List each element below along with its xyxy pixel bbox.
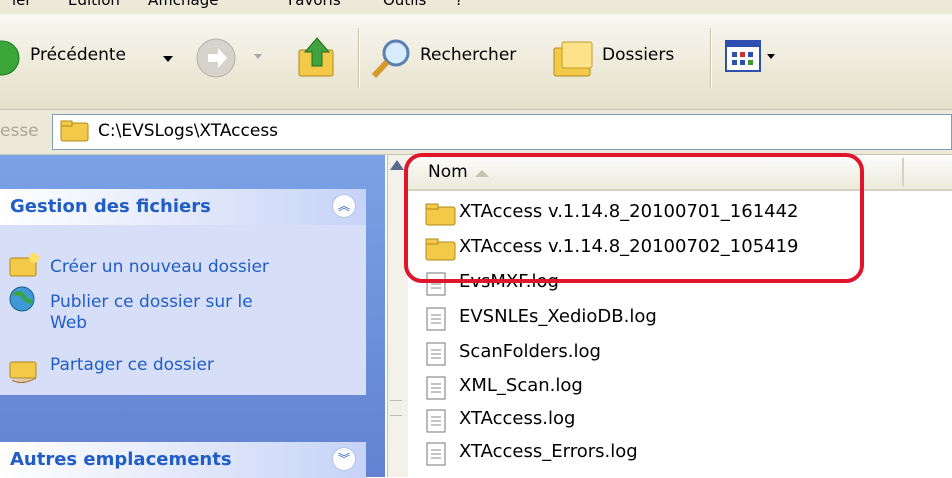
folders-icon [553, 41, 593, 77]
address-path[interactable]: C:\EVSLogs\XTAccess [98, 121, 278, 141]
forward-arrow-icon [196, 38, 236, 78]
back-button-label: Précédente [30, 45, 126, 65]
folder-icon [60, 120, 89, 142]
forward-button[interactable] [188, 36, 268, 80]
views-grid-icon [725, 40, 761, 72]
back-button[interactable]: Précédente [0, 38, 180, 82]
file-name: ScanFolders.log [459, 341, 601, 362]
other-places-title: Autres emplacements [10, 449, 232, 470]
text-file-icon [426, 442, 446, 466]
file-name: XML_Scan.log [459, 375, 583, 396]
address-label: esse [0, 121, 39, 141]
task-publish-web[interactable]: Publier ce dossier sur le Web [50, 292, 290, 334]
highlight-annotation [404, 153, 864, 283]
menu-item-view[interactable]: Affichage [148, 0, 218, 9]
chevron-down-icon[interactable] [254, 54, 264, 62]
folder-up-icon [298, 37, 334, 77]
column-divider[interactable] [902, 158, 904, 186]
file-name: XTAccess_Errors.log [459, 441, 638, 462]
file-tasks-header[interactable]: Gestion des fichiers ︽ [0, 189, 366, 225]
other-places-header[interactable]: Autres emplacements ︾ [0, 442, 366, 478]
text-file-icon [426, 342, 446, 366]
folders-button[interactable]: Dossiers [552, 36, 702, 82]
toolbar-separator [358, 28, 359, 88]
file-tasks-title: Gestion des fichiers [10, 196, 211, 217]
search-icon [371, 39, 410, 79]
toolbar-separator [710, 28, 711, 88]
collapse-chevron-icon[interactable]: ︽ [332, 194, 356, 218]
scrollbar-grip[interactable] [390, 400, 402, 416]
task-share-folder[interactable]: Partager ce dossier [50, 355, 214, 376]
search-button-label: Rechercher [420, 45, 517, 65]
text-file-icon [426, 376, 446, 400]
back-arrow-icon [0, 40, 20, 76]
share-folder-icon [9, 361, 37, 384]
menu-item-help[interactable]: ? [455, 0, 463, 9]
search-button[interactable]: Rechercher [368, 36, 528, 82]
publish-web-icon [9, 286, 35, 312]
new-folder-icon [9, 253, 39, 277]
menu-item-file[interactable]: ier [12, 0, 32, 9]
views-button[interactable] [725, 40, 795, 80]
file-name: XTAccess.log [459, 408, 576, 429]
file-name: EVSNLEs_XedioDB.log [459, 306, 657, 327]
chevron-down-icon[interactable] [767, 54, 777, 62]
task-new-folder[interactable]: Créer un nouveau dossier [50, 257, 269, 278]
text-file-icon [426, 409, 446, 433]
menu-item-favorites[interactable]: Favoris [288, 0, 341, 9]
text-file-icon [426, 307, 446, 331]
menu-item-edit[interactable]: Edition [68, 0, 120, 9]
chevron-down-icon[interactable] [163, 56, 175, 66]
folders-button-label: Dossiers [602, 45, 675, 65]
up-folder-button[interactable] [295, 36, 343, 82]
menu-bar: ier Edition Affichage Favoris Outils ? [0, 0, 952, 14]
expand-chevron-icon[interactable]: ︾ [332, 447, 356, 471]
menu-item-tools[interactable]: Outils [383, 0, 426, 9]
